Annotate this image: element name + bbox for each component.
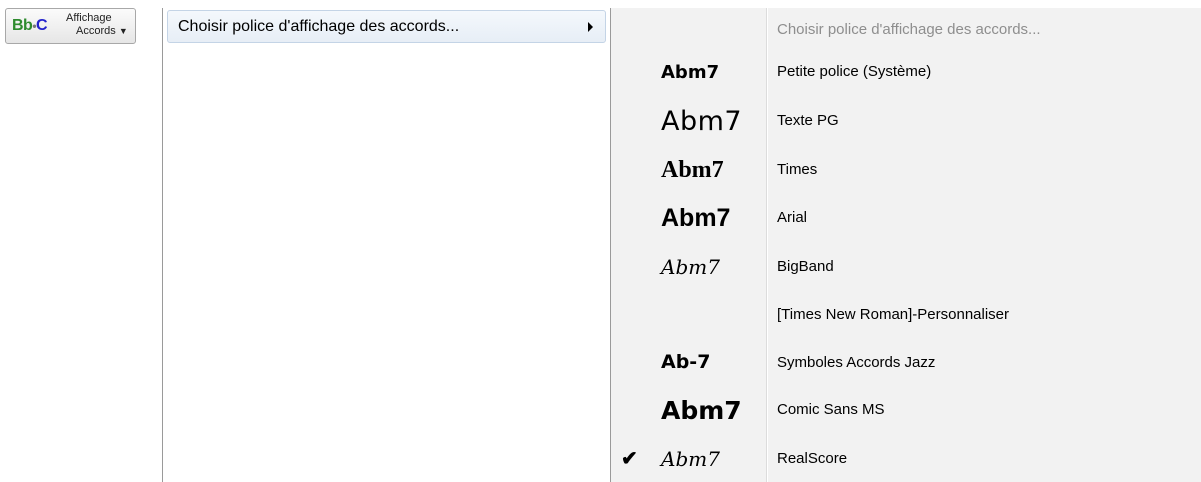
font-preview: Abm7 <box>661 106 743 137</box>
font-option-jazz-symbols[interactable]: Ab-7 Symboles Accords Jazz <box>611 338 1201 386</box>
dropdown-arrow-icon: ▼ <box>118 26 128 36</box>
menu-item-label: Choisir police d'affichage des accords..… <box>178 18 460 35</box>
font-option-label: [Times New Roman]-Personnaliser <box>777 306 1010 323</box>
font-option-arial[interactable]: Abm7 Arial <box>611 194 1201 242</box>
font-option-custom[interactable]: [Times New Roman]-Personnaliser <box>611 290 1201 338</box>
font-option-petite-police[interactable]: Abm7 Petite police (Système) <box>611 49 1201 97</box>
font-option-label: RealScore <box>777 450 848 467</box>
font-option-label: Arial <box>777 209 808 226</box>
font-option-label: Comic Sans MS <box>777 401 885 418</box>
choose-chord-font-menu-item[interactable]: Choisir police d'affichage des accords..… <box>167 10 606 43</box>
chord-display-button-label: Affichage Accords ▼ <box>66 12 128 37</box>
font-option-label: Times <box>777 161 818 178</box>
font-preview: Abm7 <box>661 255 720 279</box>
font-option-label: Texte PG <box>777 112 839 129</box>
font-preview: Abm7 <box>661 157 724 183</box>
font-option-times[interactable]: Abm7 Times <box>611 145 1201 193</box>
font-preview: Abm7 <box>661 62 720 83</box>
font-option-bigband[interactable]: Abm7 BigBand <box>611 242 1201 290</box>
font-option-label: BigBand <box>777 258 834 275</box>
font-option-comic-sans[interactable]: Abm7 Comic Sans MS <box>611 386 1201 434</box>
chord-font-submenu: Choisir police d'affichage des accords..… <box>611 8 1201 482</box>
font-option-label: Petite police (Système) <box>777 63 932 80</box>
chord-display-button[interactable]: Bb•C Affichage Accords ▼ <box>5 8 136 44</box>
font-option-realscore[interactable]: ✔ Abm7 RealScore <box>611 434 1201 482</box>
font-preview: Abm7 <box>661 396 742 425</box>
chord-display-icon: Bb•C <box>12 17 48 34</box>
chord-display-menu: Choisir police d'affichage des accords..… <box>162 8 611 482</box>
font-option-label: Symboles Accords Jazz <box>777 354 936 371</box>
checkmark-icon: ✔ <box>621 448 638 470</box>
font-option-texte-pg[interactable]: Abm7 Texte PG <box>611 97 1201 145</box>
font-preview: Ab-7 <box>661 351 711 373</box>
font-preview: Abm7 <box>661 447 720 471</box>
submenu-arrow-icon <box>588 22 593 32</box>
font-preview: Abm7 <box>661 204 731 232</box>
submenu-header-label: Choisir police d'affichage des accords..… <box>777 21 1041 38</box>
